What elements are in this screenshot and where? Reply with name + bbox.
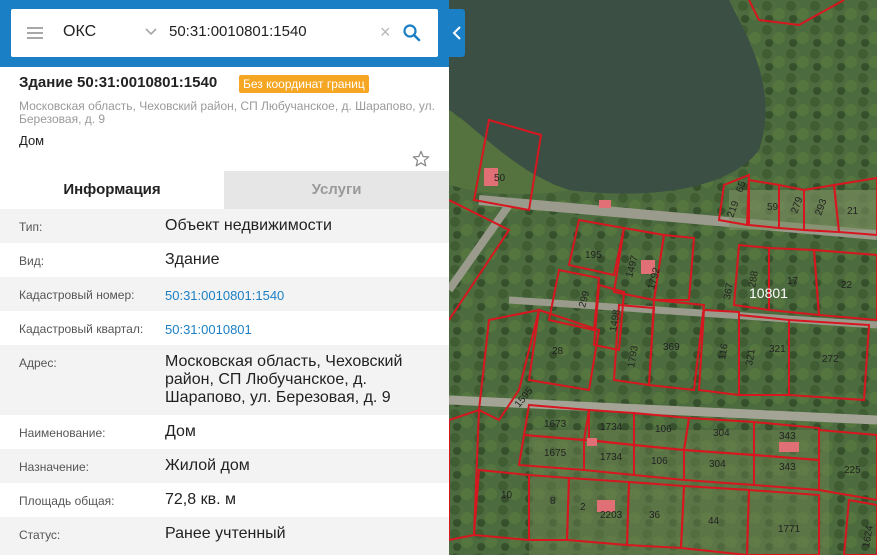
info-panel: ОКС 50:31:0010801:1540 × Здание 50:31:00… bbox=[0, 0, 449, 555]
search-box: ОКС 50:31:0010801:1540 × bbox=[11, 9, 438, 57]
map-canvas[interactable]: 10801 50 65 219 59 279 293 21 195 1497 1… bbox=[449, 0, 877, 555]
property-row: Тип: Объект недвижимости bbox=[0, 209, 449, 243]
property-row: Статус: Ранее учтенный bbox=[0, 517, 449, 555]
svg-text:1734: 1734 bbox=[600, 422, 623, 433]
property-row: Вид: Здание bbox=[0, 243, 449, 277]
svg-text:28: 28 bbox=[552, 346, 564, 357]
svg-text:195: 195 bbox=[585, 250, 602, 261]
object-type-select[interactable]: ОКС bbox=[63, 23, 96, 41]
property-row: Кадастровый номер: 50:31:0010801:1540 bbox=[0, 277, 449, 311]
property-label: Тип: bbox=[19, 220, 43, 234]
property-value: Жилой дом bbox=[165, 457, 250, 474]
property-row: Наименование: Дом bbox=[0, 415, 449, 449]
tab-services[interactable]: Услуги bbox=[224, 171, 449, 209]
property-label: Назначение: bbox=[19, 460, 90, 474]
property-label: Площадь общая: bbox=[19, 494, 115, 508]
search-bar: ОКС 50:31:0010801:1540 × bbox=[0, 0, 449, 67]
property-row: Адрес: Московская область, Чеховский рай… bbox=[0, 345, 449, 415]
svg-text:50: 50 bbox=[494, 173, 506, 184]
object-title: Здание 50:31:0010801:1540 bbox=[19, 74, 218, 91]
property-row: Площадь общая: 72,8 кв. м bbox=[0, 483, 449, 517]
chevron-down-icon[interactable] bbox=[145, 25, 157, 37]
svg-text:106: 106 bbox=[651, 456, 668, 467]
no-coordinates-badge: Без координат границ bbox=[239, 75, 369, 93]
chevron-left-icon bbox=[452, 26, 461, 40]
svg-text:2203: 2203 bbox=[600, 510, 623, 521]
svg-text:106: 106 bbox=[655, 424, 672, 435]
collapse-panel-button[interactable] bbox=[449, 9, 465, 57]
object-kind: Дом bbox=[19, 133, 45, 148]
property-label: Вид: bbox=[19, 254, 45, 268]
clear-icon[interactable]: × bbox=[380, 22, 391, 42]
search-input[interactable]: 50:31:0010801:1540 bbox=[169, 23, 307, 40]
svg-text:17: 17 bbox=[787, 276, 799, 287]
property-value: 72,8 кв. м bbox=[165, 491, 236, 508]
svg-text:8: 8 bbox=[550, 496, 556, 507]
cadastral-map[interactable]: 10801 50 65 219 59 279 293 21 195 1497 1… bbox=[449, 0, 877, 555]
svg-text:10: 10 bbox=[501, 490, 513, 501]
svg-text:36: 36 bbox=[649, 510, 661, 521]
svg-text:321: 321 bbox=[769, 344, 786, 355]
search-icon[interactable] bbox=[403, 24, 421, 42]
property-row: Кадастровый квартал: 50:31:0010801 bbox=[0, 311, 449, 345]
property-value: Дом bbox=[165, 423, 196, 440]
star-icon[interactable] bbox=[412, 150, 430, 168]
svg-text:369: 369 bbox=[663, 342, 680, 353]
svg-text:1771: 1771 bbox=[778, 524, 801, 535]
object-address: Московская область, Чеховский район, СП … bbox=[19, 99, 435, 126]
svg-text:2: 2 bbox=[580, 502, 586, 513]
property-value: Объект недвижимости bbox=[165, 217, 332, 234]
property-row: Назначение: Жилой дом bbox=[0, 449, 449, 483]
svg-text:21: 21 bbox=[847, 206, 859, 217]
property-label: Адрес: bbox=[19, 356, 57, 370]
svg-text:304: 304 bbox=[709, 459, 726, 470]
property-value: Ранее учтенный bbox=[165, 525, 286, 542]
svg-text:22: 22 bbox=[841, 280, 853, 291]
property-label: Статус: bbox=[19, 528, 61, 542]
svg-text:343: 343 bbox=[779, 462, 796, 473]
tab-info[interactable]: Информация bbox=[0, 171, 224, 209]
cadastral-quarter-link[interactable]: 50:31:0010801 bbox=[165, 321, 435, 339]
property-label: Кадастровый номер: bbox=[19, 288, 135, 302]
svg-text:304: 304 bbox=[713, 428, 730, 439]
svg-text:225: 225 bbox=[844, 465, 861, 476]
property-label: Наименование: bbox=[19, 426, 106, 440]
cadastral-number-link[interactable]: 50:31:0010801:1540 bbox=[165, 287, 435, 305]
property-label: Кадастровый квартал: bbox=[19, 322, 144, 336]
svg-text:343: 343 bbox=[779, 431, 796, 442]
properties-list: Тип: Объект недвижимости Вид: Здание Кад… bbox=[0, 209, 449, 555]
svg-text:1673: 1673 bbox=[544, 419, 567, 430]
tabs: Информация Услуги bbox=[0, 171, 449, 209]
property-value: Московская область, Чеховский район, СП … bbox=[165, 353, 403, 406]
svg-text:272: 272 bbox=[822, 354, 839, 365]
svg-text:1734: 1734 bbox=[600, 452, 623, 463]
svg-text:44: 44 bbox=[708, 516, 720, 527]
property-value: Здание bbox=[165, 251, 220, 268]
menu-icon[interactable] bbox=[27, 27, 43, 39]
svg-text:59: 59 bbox=[767, 202, 779, 213]
svg-text:1675: 1675 bbox=[544, 448, 567, 459]
